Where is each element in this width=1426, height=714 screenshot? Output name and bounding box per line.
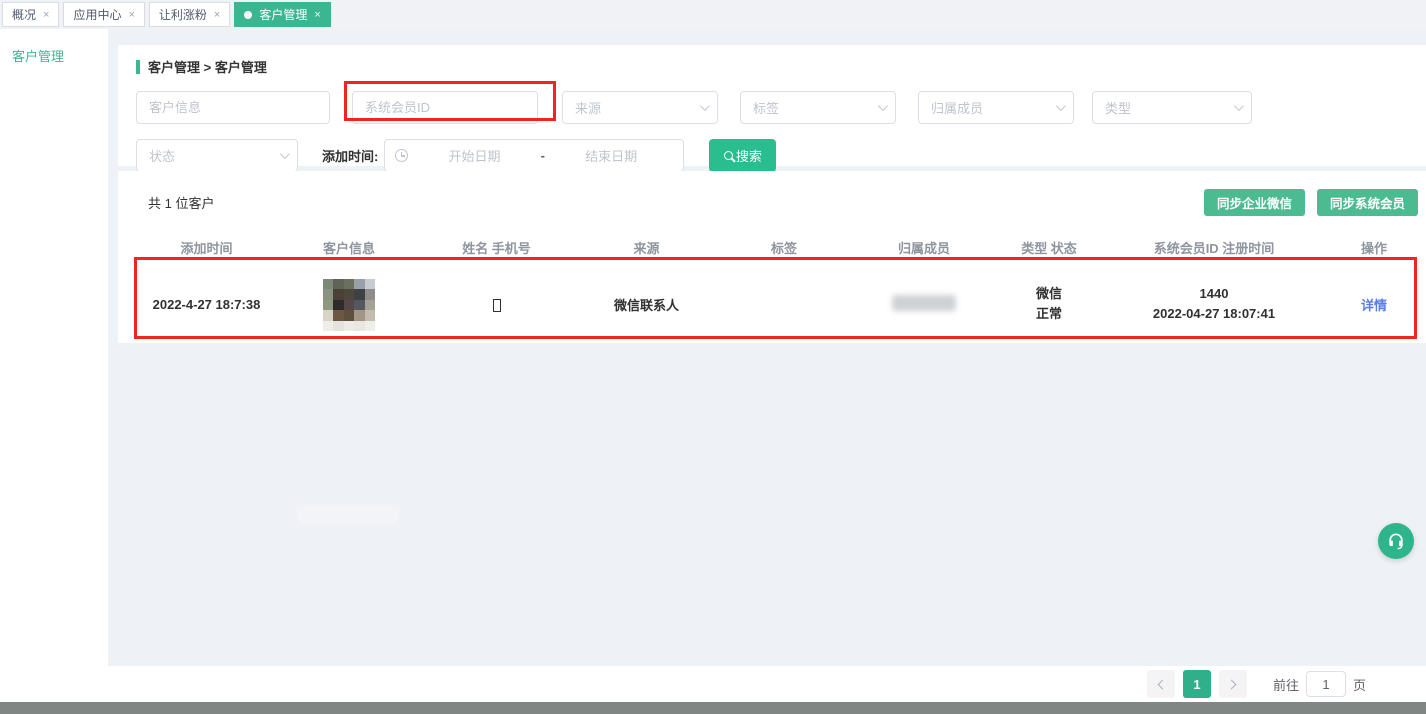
customer-management-screen: 概况 × 应用中心 × 让利涨粉 × 客户管理 × 客户管理 客户管理 > 客户…	[0, 0, 1426, 714]
tab-overview[interactable]: 概况 ×	[2, 2, 59, 27]
col-header-owner: 归属成员	[849, 238, 999, 257]
sidebar-item-customer-management[interactable]: 客户管理	[0, 29, 108, 65]
type-select[interactable]: 类型	[1092, 91, 1252, 124]
tab-app-center[interactable]: 应用中心 ×	[63, 2, 144, 27]
customer-table: 添加时间 客户信息 姓名 手机号 来源 标签 归属成员 类型 状态 系统会员ID…	[134, 238, 1420, 347]
filter-row-2: 状态 添加时间: 开始日期 - 结束日期 搜索	[136, 139, 1426, 172]
chevron-left-icon	[1158, 679, 1168, 689]
goto-label: 前往	[1273, 675, 1299, 694]
close-icon[interactable]: ×	[43, 9, 49, 21]
owner-select-placeholder: 归属成员	[931, 98, 983, 117]
cell-customer-info	[279, 277, 419, 331]
next-page-button[interactable]	[1219, 670, 1247, 698]
search-icon	[724, 151, 733, 160]
close-icon[interactable]: ×	[214, 9, 220, 21]
cell-member-id-regtime: 1440 2022-04-27 18:07:41	[1099, 284, 1329, 324]
breadcrumb: 客户管理 > 客户管理	[136, 57, 1426, 76]
col-header-member-id-regtime: 系统会员ID 注册时间	[1099, 238, 1329, 257]
breadcrumb-accent-bar	[136, 60, 140, 74]
breadcrumb-text: 客户管理 > 客户管理	[148, 57, 267, 76]
col-header-customer-info: 客户信息	[279, 238, 419, 257]
tab-customer-management-active[interactable]: 客户管理 ×	[234, 2, 330, 27]
sync-wecom-button[interactable]: 同步企业微信	[1204, 189, 1305, 216]
customer-info-input-wrap	[136, 91, 330, 124]
tab-fan-growth[interactable]: 让利涨粉 ×	[149, 2, 230, 27]
missing-glyph-box	[493, 299, 501, 312]
close-icon[interactable]: ×	[314, 9, 320, 21]
avatar-mosaic	[323, 279, 376, 332]
chevron-right-icon	[1227, 679, 1237, 689]
total-customers-text: 共 1 位客户	[148, 193, 214, 212]
sync-member-button[interactable]: 同步系统会员	[1317, 189, 1418, 216]
chevron-down-icon	[1056, 101, 1066, 111]
goto-page-input[interactable]	[1306, 671, 1346, 697]
tag-select[interactable]: 标签	[740, 91, 896, 124]
cell-name-phone	[419, 296, 574, 311]
pagination-bar: 1 前往 页	[108, 666, 1426, 702]
chevron-down-icon	[1234, 101, 1244, 111]
owner-select[interactable]: 归属成员	[918, 91, 1074, 124]
status-value: 正常	[999, 304, 1099, 324]
sidebar: 客户管理	[0, 29, 108, 702]
cell-type-status: 微信 正常	[999, 284, 1099, 324]
close-icon[interactable]: ×	[128, 9, 134, 21]
table-card: 共 1 位客户 同步企业微信 同步系统会员 添加时间 客户信息 姓名 手机号 来…	[118, 171, 1426, 343]
tab-label: 应用中心	[73, 6, 121, 23]
filter-row-1: 来源 标签 归属成员 类型	[136, 91, 1426, 124]
date-range-picker[interactable]: 开始日期 - 结束日期	[384, 139, 684, 172]
member-id-value: 1440	[1099, 284, 1329, 304]
table-header-row: 添加时间 客户信息 姓名 手机号 来源 标签 归属成员 类型 状态 系统会员ID…	[134, 238, 1420, 257]
tab-label: 客户管理	[259, 6, 307, 23]
col-header-type-status: 类型 状态	[999, 238, 1099, 257]
detail-link[interactable]: 详情	[1361, 298, 1387, 313]
goto-page-control: 前往 页	[1273, 671, 1366, 697]
chevron-down-icon	[878, 101, 888, 111]
type-select-placeholder: 类型	[1105, 98, 1131, 117]
col-header-add-time: 添加时间	[134, 238, 279, 257]
source-select[interactable]: 来源	[562, 91, 718, 124]
col-header-name-phone: 姓名 手机号	[419, 238, 574, 257]
cell-action: 详情	[1329, 295, 1419, 314]
tab-label: 概况	[12, 6, 36, 23]
prev-page-button[interactable]	[1147, 670, 1175, 698]
cell-owner	[849, 294, 999, 314]
page-number-1[interactable]: 1	[1183, 670, 1211, 698]
status-select[interactable]: 状态	[136, 139, 298, 172]
tab-bar: 概况 × 应用中心 × 让利涨粉 × 客户管理 ×	[0, 0, 1426, 29]
cell-source: 微信联系人	[574, 295, 719, 314]
search-button-label: 搜索	[736, 146, 762, 165]
censored-avatar	[323, 279, 376, 332]
chevron-down-icon	[280, 149, 290, 159]
censored-overflow-blur	[296, 505, 400, 525]
end-date-placeholder: 结束日期	[549, 146, 673, 165]
col-header-source: 来源	[574, 238, 719, 257]
filter-card: 客户管理 > 客户管理 来源 标签 归属成员	[118, 45, 1426, 166]
status-select-placeholder: 状态	[149, 146, 175, 165]
headset-icon	[1386, 531, 1406, 551]
chevron-down-icon	[700, 101, 710, 111]
register-time-value: 2022-04-27 18:07:41	[1099, 304, 1329, 324]
source-select-placeholder: 来源	[575, 98, 601, 117]
date-range-separator: -	[537, 148, 549, 163]
clock-icon	[395, 149, 408, 162]
col-header-tag: 标签	[719, 238, 849, 257]
add-time-label: 添加时间:	[322, 146, 378, 165]
page-unit-label: 页	[1353, 675, 1366, 694]
cell-add-time: 2022-4-27 18:7:38	[134, 297, 279, 312]
table-row: 2022-4-27 18:7:38 微信联系人	[134, 261, 1420, 347]
tag-select-placeholder: 标签	[753, 98, 779, 117]
search-button[interactable]: 搜索	[709, 139, 776, 172]
member-id-input-wrap	[352, 91, 538, 124]
censored-owner-name	[892, 295, 956, 311]
bottom-scrollbar-strip[interactable]	[0, 702, 1426, 714]
active-dot-icon	[244, 11, 252, 19]
customer-info-input[interactable]	[137, 92, 329, 123]
tab-label: 让利涨粉	[159, 6, 207, 23]
start-date-placeholder: 开始日期	[412, 146, 536, 165]
member-id-input[interactable]	[353, 92, 537, 123]
table-toolbar: 共 1 位客户 同步企业微信 同步系统会员	[118, 185, 1426, 216]
col-header-action: 操作	[1329, 238, 1419, 257]
type-value: 微信	[999, 284, 1099, 304]
customer-service-button[interactable]	[1378, 523, 1414, 559]
